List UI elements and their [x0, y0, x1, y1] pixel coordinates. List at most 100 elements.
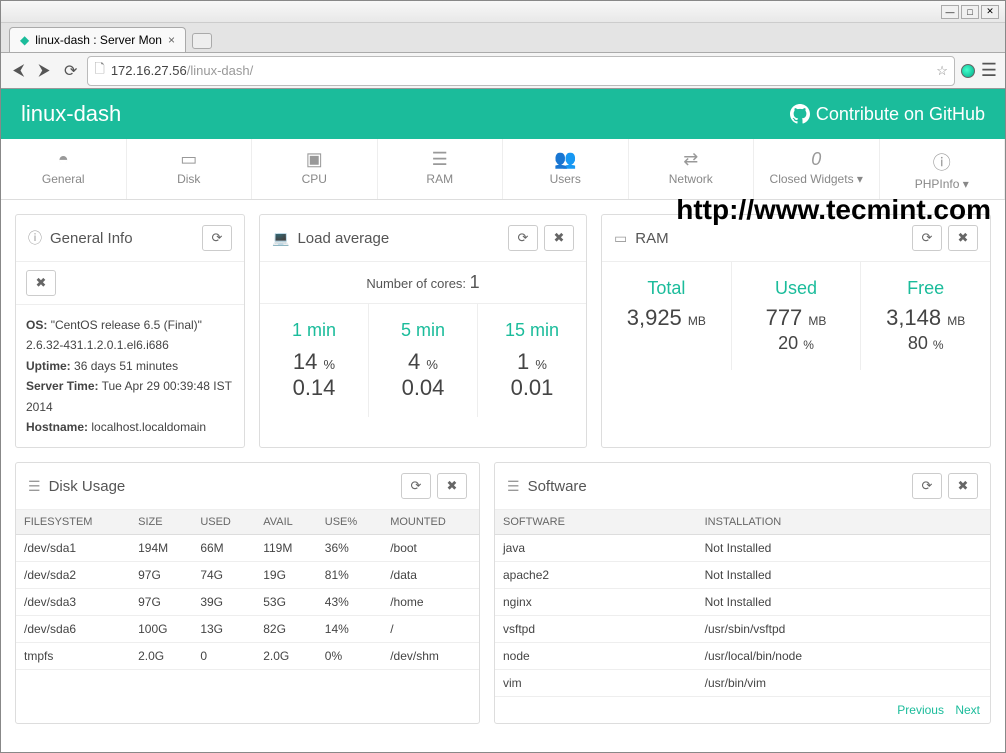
disk-icon: ▭	[127, 149, 252, 170]
load-avg-column: 1 min 14 % 0.14	[260, 304, 368, 417]
table-row: /dev/sda297G74G19G81%/data	[16, 562, 479, 589]
cell: 19G	[255, 562, 317, 589]
nav-ram-label: RAM	[426, 172, 453, 186]
refresh-button[interactable]: ⟳	[912, 225, 942, 251]
cell: /dev/shm	[382, 643, 479, 670]
close-button[interactable]: ✖	[437, 473, 467, 499]
refresh-button[interactable]: ⟳	[508, 225, 538, 251]
cell: /usr/sbin/vsftpd	[697, 616, 990, 643]
cell: /usr/bin/vim	[697, 670, 990, 697]
list-icon: ☰	[28, 478, 41, 495]
extension-icon[interactable]	[961, 64, 975, 78]
disk-usage-title: Disk Usage	[49, 478, 126, 495]
closed-count: 0	[754, 149, 879, 170]
col-installation[interactable]: INSTALLATION	[697, 510, 990, 535]
tab-close-icon[interactable]: ×	[168, 33, 175, 47]
ram-icon: ☰	[378, 149, 503, 170]
col-mounted[interactable]: MOUNTED	[382, 510, 479, 535]
ram-free-value: 3,148	[886, 305, 941, 330]
nav-disk-label: Disk	[177, 172, 200, 186]
load-time-label: 15 min	[478, 320, 586, 341]
window-maximize-button[interactable]: □	[961, 5, 979, 19]
bookmark-star-icon[interactable]: ☆	[936, 63, 948, 79]
cell: 81%	[317, 562, 382, 589]
window-titlebar: — □ ✕	[1, 1, 1005, 23]
load-avg-column: 5 min 4 % 0.04	[368, 304, 477, 417]
cell: apache2	[495, 562, 697, 589]
ram-unit: MB	[688, 314, 706, 328]
load-value: 0.14	[260, 375, 368, 401]
col-size[interactable]: SIZE	[130, 510, 192, 535]
window-close-button[interactable]: ✕	[981, 5, 999, 19]
reload-button[interactable]: ⟳	[60, 57, 81, 85]
os-value: "CentOS release 6.5 (Final)" 2.6.32-431.…	[26, 318, 202, 352]
browser-menu-button[interactable]: ☰	[981, 60, 997, 81]
dashboard-icon: ◓	[1, 149, 126, 170]
nav-cpu[interactable]: ▣CPU	[252, 139, 378, 199]
new-tab-button[interactable]	[192, 33, 212, 49]
cell: 0	[192, 643, 255, 670]
nav-general[interactable]: ◓General	[1, 139, 127, 199]
col-filesystem[interactable]: FILESYSTEM	[16, 510, 130, 535]
refresh-button[interactable]: ⟳	[401, 473, 431, 499]
col-avail[interactable]: AVAIL	[255, 510, 317, 535]
cell: 43%	[317, 589, 382, 616]
info-icon: ⓘ	[28, 228, 42, 248]
browser-tab[interactable]: ◆ linux-dash : Server Mon ×	[9, 27, 186, 52]
hostname-label: Hostname:	[26, 420, 88, 434]
software-title: Software	[528, 478, 587, 495]
load-value: 0.04	[369, 375, 477, 401]
cell: vsftpd	[495, 616, 697, 643]
table-row: /dev/sda397G39G53G43%/home	[16, 589, 479, 616]
cpu-icon: ▣	[252, 149, 377, 170]
github-link[interactable]: Contribute on GitHub	[790, 104, 985, 125]
cell: 119M	[255, 535, 317, 562]
cell: /dev/sda2	[16, 562, 130, 589]
close-button[interactable]: ✖	[948, 225, 978, 251]
refresh-button[interactable]: ⟳	[202, 225, 232, 251]
nav-users[interactable]: 👥Users	[503, 139, 629, 199]
cell: /data	[382, 562, 479, 589]
main-nav: ◓General ▭ Disk ▣CPU ☰ RAM 👥Users ⇄Network…	[1, 139, 1005, 200]
window-minimize-button[interactable]: —	[941, 5, 959, 19]
cell: vim	[495, 670, 697, 697]
load-time-label: 1 min	[260, 320, 368, 341]
browser-navbar: ⮜ ⮞ ⟳ 🗋 172.16.27.56/linux-dash/ ☆ ☰	[1, 53, 1005, 89]
pager-next[interactable]: Next	[955, 703, 980, 717]
list-icon: ☰	[507, 478, 520, 495]
load-average-panel: 💻 Load average ⟳ ✖ Number of cores: 1 1 …	[259, 214, 587, 448]
address-path: /linux-dash/	[187, 63, 253, 78]
ram-title: RAM	[635, 230, 668, 247]
nav-phpinfo-label: PHPInfo	[915, 177, 960, 191]
cell: 13G	[192, 616, 255, 643]
forward-button[interactable]: ⮞	[34, 58, 54, 84]
close-button[interactable]: ✖	[544, 225, 574, 251]
cell: Not Installed	[697, 589, 990, 616]
nav-ram[interactable]: ☰ RAM	[378, 139, 504, 199]
table-row: /dev/sda1194M66M119M36%/boot	[16, 535, 479, 562]
table-row: vsftpd/usr/sbin/vsftpd	[495, 616, 990, 643]
ram-total-value: 3,925	[627, 305, 682, 330]
software-panel: ☰ Software ⟳ ✖ SOFTWARE INSTALLATION jav…	[494, 462, 991, 724]
cell: 194M	[130, 535, 192, 562]
col-usepct[interactable]: USE%	[317, 510, 382, 535]
close-button[interactable]: ✖	[948, 473, 978, 499]
nav-disk[interactable]: ▭ Disk	[127, 139, 253, 199]
github-link-label: Contribute on GitHub	[816, 104, 985, 125]
cell: 97G	[130, 589, 192, 616]
cell: 14%	[317, 616, 382, 643]
refresh-button[interactable]: ⟳	[912, 473, 942, 499]
ram-used-label: Used	[732, 278, 861, 299]
pager-previous[interactable]: Previous	[897, 703, 944, 717]
network-icon: ⇄	[629, 149, 754, 170]
nav-closed-widgets[interactable]: 0Closed Widgets ▾	[754, 139, 880, 199]
address-bar[interactable]: 🗋 172.16.27.56/linux-dash/ ☆	[87, 56, 955, 86]
col-software[interactable]: SOFTWARE	[495, 510, 697, 535]
cell: nginx	[495, 589, 697, 616]
col-used[interactable]: USED	[192, 510, 255, 535]
nav-network[interactable]: ⇄Network	[629, 139, 755, 199]
cell: 66M	[192, 535, 255, 562]
close-button[interactable]: ✖	[26, 270, 56, 296]
back-button[interactable]: ⮜	[9, 58, 28, 84]
nav-phpinfo[interactable]: ⓘPHPInfo ▾	[880, 139, 1006, 199]
